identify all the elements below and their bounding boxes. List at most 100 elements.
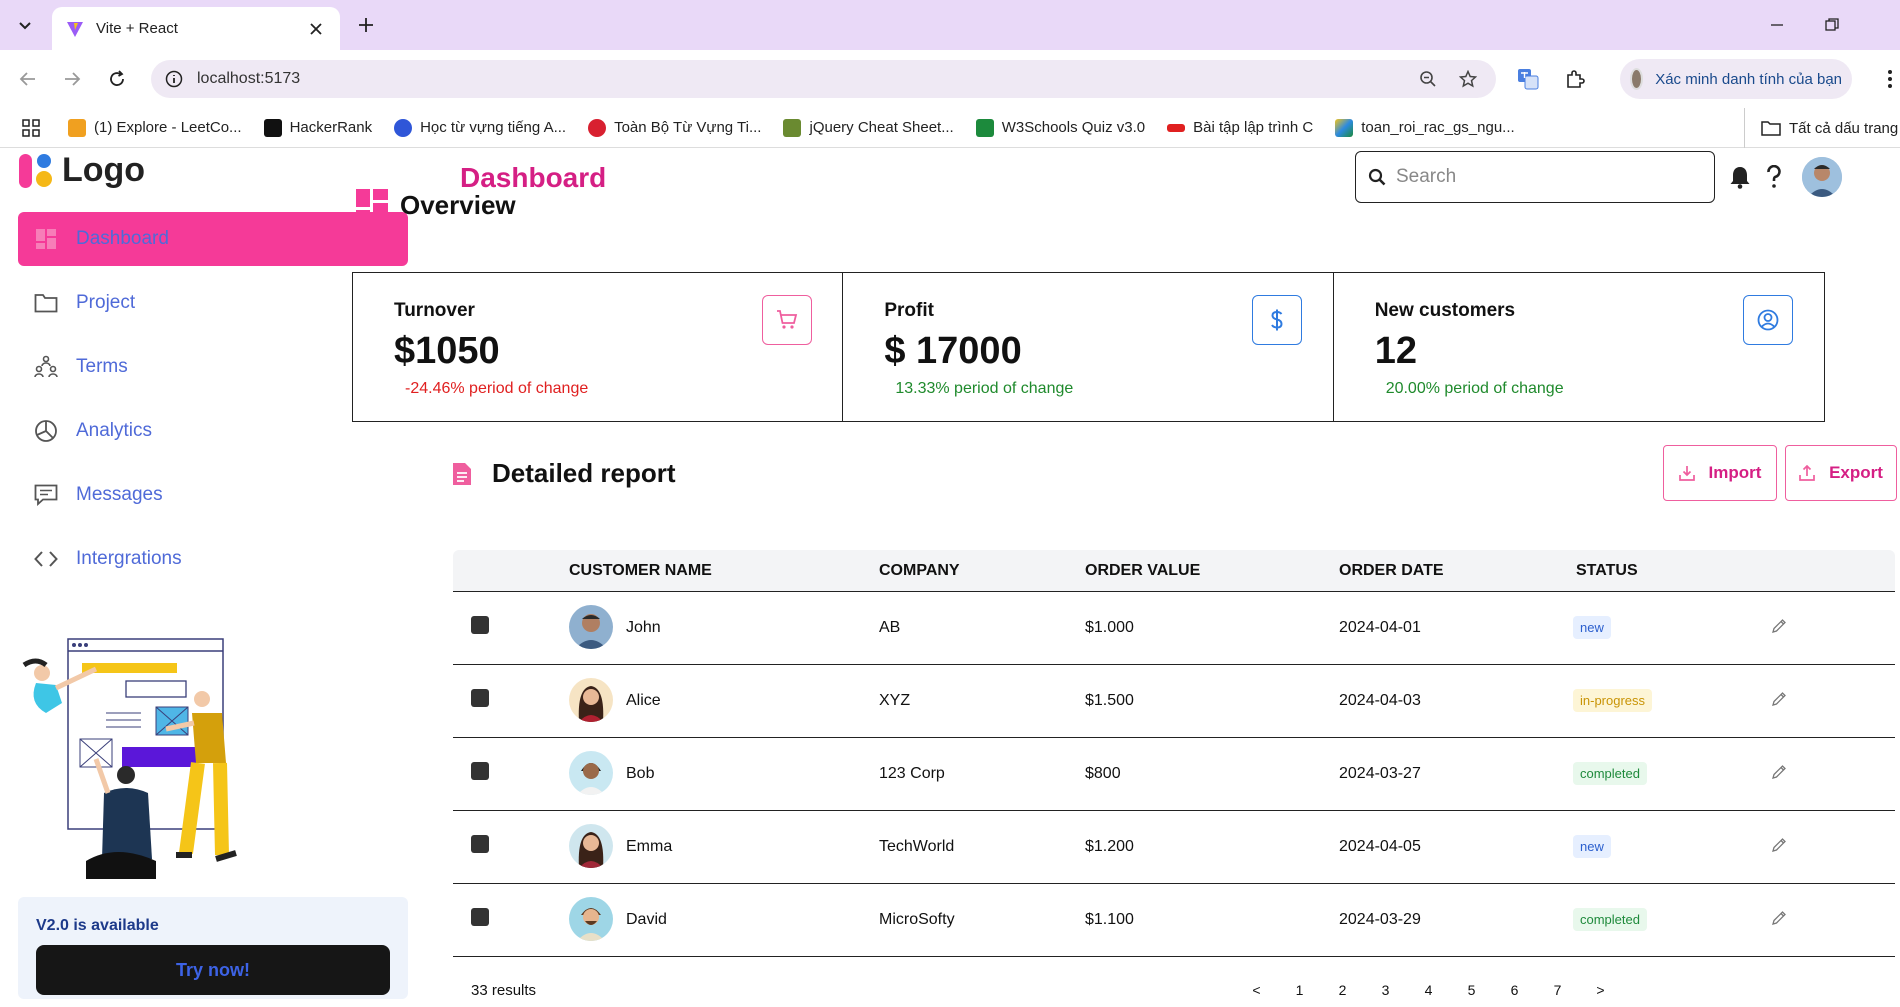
cart-button[interactable] [762,295,812,345]
profile-text: Xác minh danh tính của bạn [1655,70,1842,88]
row-checkbox[interactable] [471,835,489,853]
edit-button[interactable] [1771,837,1789,855]
user-button[interactable] [1742,295,1793,345]
layout-icon [356,189,388,221]
row-checkbox[interactable] [471,762,489,780]
sidebar-item-analytics[interactable]: Analytics [18,404,408,458]
back-button[interactable] [13,64,43,94]
site-info-icon[interactable] [165,70,183,88]
sidebar-item-project[interactable]: Project [18,276,408,330]
page-button[interactable]: 7 [1536,982,1579,998]
prev-page-button[interactable]: < [1235,982,1278,998]
tab-title: Vite + React [96,20,178,37]
leetcode-icon [68,118,86,137]
question-icon [1767,165,1781,188]
close-tab-button[interactable] [306,19,326,39]
table-row[interactable]: Bob 123 Corp $800 2024-03-27 completed [453,738,1895,811]
pie-chart-icon [32,417,60,445]
customer-name: Emma [626,838,673,855]
edit-button[interactable] [1771,618,1789,636]
bookmark-vocabulary[interactable]: Học từ vựng tiếng A... [394,118,566,137]
import-button[interactable]: Import [1663,445,1777,501]
sidebar-item-messages[interactable]: Messages [18,468,408,522]
page-button[interactable]: 6 [1493,982,1536,998]
logo[interactable]: Logo [18,151,145,190]
app-root: Logo Dashboard Project Terms Analytics M… [0,149,1900,999]
column-header[interactable]: COMPANY [879,562,960,580]
apps-button[interactable] [22,118,40,137]
forward-button[interactable] [57,64,87,94]
search-input[interactable] [1396,166,1696,188]
status-badge: new [1573,616,1611,639]
row-checkbox[interactable] [471,689,489,707]
edit-button[interactable] [1771,764,1789,782]
bookmark-drive[interactable]: toan_roi_rac_gs_ngu... [1335,118,1515,137]
row-checkbox[interactable] [471,616,489,634]
extensions-button[interactable] [1560,64,1590,94]
table-row[interactable]: Alice XYZ $1.500 2024-04-03 in-progress [453,665,1895,738]
user-icon [1757,309,1779,331]
bookmark-w3schools[interactable]: W3Schools Quiz v3.0 [975,118,1145,137]
restore-button[interactable] [1817,10,1847,40]
browser-menu-button[interactable] [1875,64,1900,94]
edit-button[interactable] [1771,910,1789,928]
row-checkbox[interactable] [471,908,489,926]
card-label: New customers [1374,300,1516,321]
tab-search-button[interactable] [10,10,40,40]
close-icon [310,22,322,35]
table-row[interactable]: John AB $1.000 2024-04-01 new [453,592,1895,665]
bookmark-c-exercises[interactable]: Bài tập lập trình C [1167,119,1313,136]
notifications-button[interactable] [1726,163,1754,191]
sidebar-item-dashboard[interactable]: Dashboard [18,212,408,266]
column-header[interactable]: STATUS [1576,562,1638,580]
page-button[interactable]: 1 [1278,982,1321,998]
logo-mark [18,152,56,190]
folder-icon [32,289,60,317]
bookmark-star-button[interactable] [1454,65,1482,93]
help-button[interactable] [1760,163,1788,191]
order-value: $800 [1085,765,1121,782]
column-header[interactable]: CUSTOMER NAME [569,562,712,580]
column-header[interactable]: ORDER VALUE [1085,562,1200,580]
table-row[interactable]: David MicroSofty $1.100 2024-03-29 compl… [453,884,1895,957]
turnover-card: Turnover $1050 -24.46% period of change [353,273,844,421]
page-button[interactable]: 5 [1450,982,1493,998]
all-bookmarks-folder[interactable]: Tất cả dấu trang [1744,108,1898,148]
sidebar-item-terms[interactable]: Terms [18,340,408,394]
column-header[interactable]: ORDER DATE [1339,562,1444,580]
address-bar[interactable]: localhost:5173 [151,60,1496,98]
export-button[interactable]: Export [1785,445,1897,501]
bookmark-jquery[interactable]: jQuery Cheat Sheet... [783,118,954,137]
table-row[interactable]: Emma TechWorld $1.200 2024-04-05 new [453,811,1895,884]
reload-button[interactable] [102,64,132,94]
new-tab-button[interactable] [353,12,379,38]
export-icon [1799,465,1815,481]
dollar-button[interactable] [1252,295,1303,345]
cart-icon [777,310,798,329]
page-button[interactable]: 4 [1407,982,1450,998]
bookmark-hackerrank[interactable]: HackerRank [263,118,372,137]
try-now-button[interactable]: Try now! [36,945,390,995]
page-button[interactable]: 2 [1321,982,1364,998]
search-icon [1368,168,1386,186]
bookmark-leetcode[interactable]: (1) Explore - LeetCo... [68,118,242,137]
bookmark-vocab-list[interactable]: Toàn Bộ Từ Vựng Ti... [588,118,761,137]
profile-button[interactable]: Xác minh danh tính của bạn [1620,59,1852,99]
customer-name: Bob [626,765,655,782]
browser-tab[interactable]: Vite + React [52,7,340,50]
translate-button[interactable] [1513,64,1543,94]
report-title: Detailed report [492,458,676,488]
google-drive-icon [1335,118,1354,137]
zoom-button[interactable] [1414,65,1442,93]
minimize-button[interactable] [1762,10,1792,40]
next-page-button[interactable]: > [1579,982,1622,998]
user-avatar[interactable] [1802,157,1842,197]
card-change: -24.46% period of change [405,380,589,397]
company: TechWorld [879,838,955,855]
bell-icon [1730,167,1750,189]
page-button[interactable]: 3 [1364,982,1407,998]
sidebar-item-integrations[interactable]: Intergrations [18,532,408,586]
search-box[interactable] [1355,151,1715,203]
globe-icon [394,118,413,137]
edit-button[interactable] [1771,691,1789,709]
